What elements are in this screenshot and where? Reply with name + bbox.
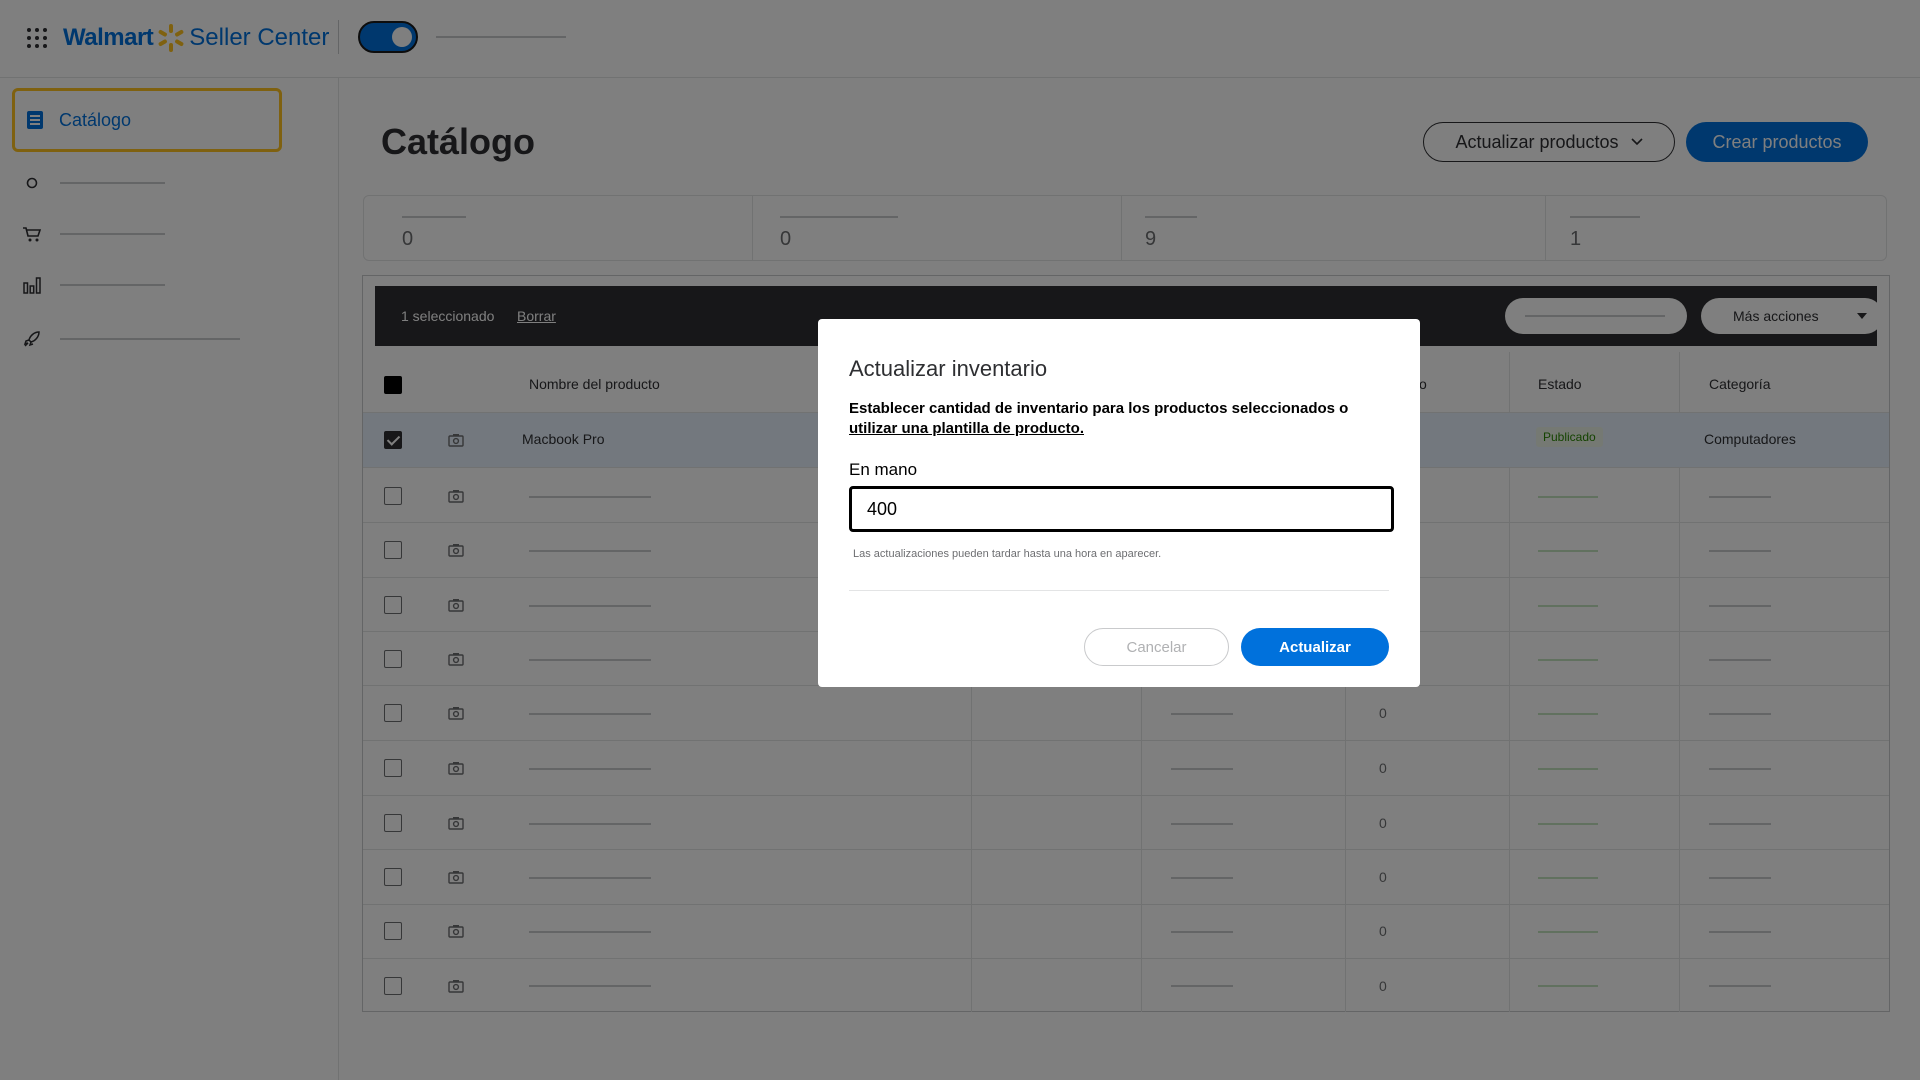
cancel-button[interactable]: Cancelar <box>1084 628 1229 666</box>
modal-title: Actualizar inventario <box>849 356 1048 381</box>
modal-description-text: Establecer cantidad de inventario para l… <box>849 400 1349 417</box>
update-button[interactable]: Actualizar <box>1241 628 1389 666</box>
modal-description: Establecer cantidad de inventario para l… <box>849 399 1394 439</box>
modal-divider <box>849 590 1389 591</box>
on-hand-input[interactable] <box>849 486 1394 532</box>
update-inventory-modal: Actualizar inventario Establecer cantida… <box>818 319 1420 687</box>
on-hand-label: En mano <box>849 460 918 479</box>
product-template-link[interactable]: utilizar una plantilla de producto. <box>849 420 1084 437</box>
field-help-text: Las actualizaciones pueden tardar hasta … <box>853 548 1162 560</box>
